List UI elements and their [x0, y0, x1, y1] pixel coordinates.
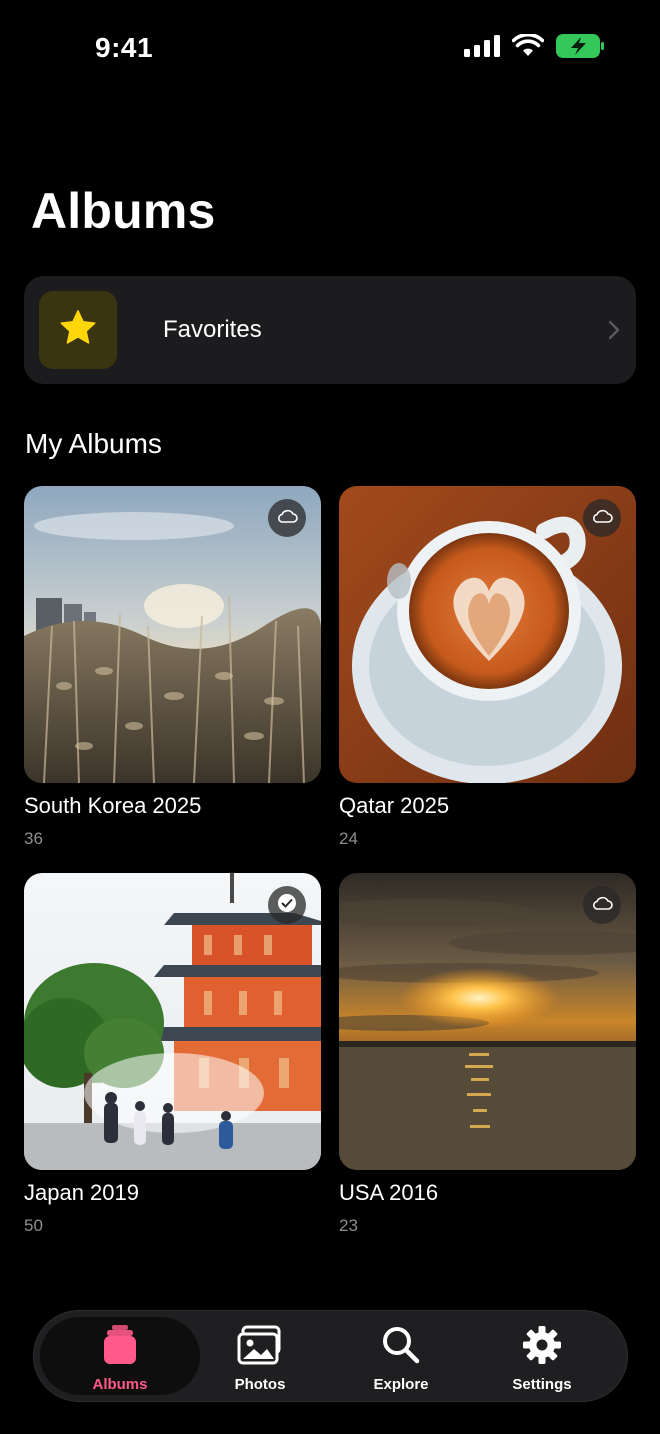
- album-card[interactable]: USA 2016 23: [339, 873, 636, 1236]
- tab-label: Settings: [512, 1376, 572, 1393]
- album-name: South Korea 2025: [24, 793, 202, 818]
- album-card[interactable]: South Korea 2025 36: [24, 486, 321, 849]
- cellular-signal-icon: [464, 35, 500, 62]
- album-thumbnail: [24, 486, 321, 783]
- photos-icon: [237, 1325, 283, 1370]
- favorites-row[interactable]: Favorites: [24, 276, 636, 384]
- album-name: Japan 2019: [24, 1180, 139, 1205]
- album-count: 23: [339, 1216, 358, 1235]
- albums-screen: 9:41 Albums Favorites My Albums South Ko…: [0, 0, 660, 1434]
- album-thumbnail: [339, 486, 636, 783]
- favorites-icon-tile: [39, 291, 117, 369]
- album-count: 36: [24, 829, 43, 848]
- my-albums-heading: My Albums: [25, 428, 162, 459]
- album-count: 50: [24, 1216, 43, 1235]
- favorites-label: Favorites: [163, 316, 262, 343]
- tab-settings[interactable]: Settings: [472, 1325, 612, 1393]
- star-icon: [58, 308, 98, 353]
- album-card[interactable]: Qatar 2025 24: [339, 486, 636, 849]
- albums-icon: [103, 1325, 137, 1370]
- tab-albums[interactable]: Albums: [50, 1325, 190, 1393]
- icloud-status-badge: [583, 499, 621, 537]
- album-name: Qatar 2025: [339, 793, 450, 818]
- status-icons: [464, 32, 604, 63]
- search-icon: [381, 1325, 421, 1370]
- status-bar: 9:41: [0, 0, 660, 100]
- album-name: USA 2016: [339, 1180, 439, 1205]
- album-count: 24: [339, 829, 358, 848]
- tab-label: Photos: [234, 1376, 286, 1393]
- battery-charging-icon: [556, 34, 604, 63]
- tab-photos[interactable]: Photos: [190, 1325, 330, 1393]
- cloud-icon: [591, 896, 613, 915]
- downloaded-status-badge: [268, 886, 306, 924]
- album-thumbnail: [339, 873, 636, 1170]
- tab-label: Explore: [373, 1376, 429, 1393]
- page-title: Albums: [31, 183, 216, 239]
- tab-label: Albums: [92, 1376, 148, 1393]
- status-time: 9:41: [95, 32, 154, 63]
- album-card[interactable]: Japan 2019 50: [24, 873, 321, 1236]
- wifi-icon: [511, 32, 545, 63]
- chevron-right-icon: [608, 320, 620, 345]
- cloud-icon: [276, 509, 298, 528]
- cloud-icon: [591, 509, 613, 528]
- album-thumbnail: [24, 873, 321, 1170]
- gear-icon: [522, 1325, 562, 1370]
- tab-bar: Albums Photos Explore Settings: [33, 1310, 628, 1402]
- icloud-status-badge: [268, 499, 306, 537]
- checkmark-icon: [276, 892, 298, 919]
- icloud-status-badge: [583, 886, 621, 924]
- tab-explore[interactable]: Explore: [331, 1325, 471, 1393]
